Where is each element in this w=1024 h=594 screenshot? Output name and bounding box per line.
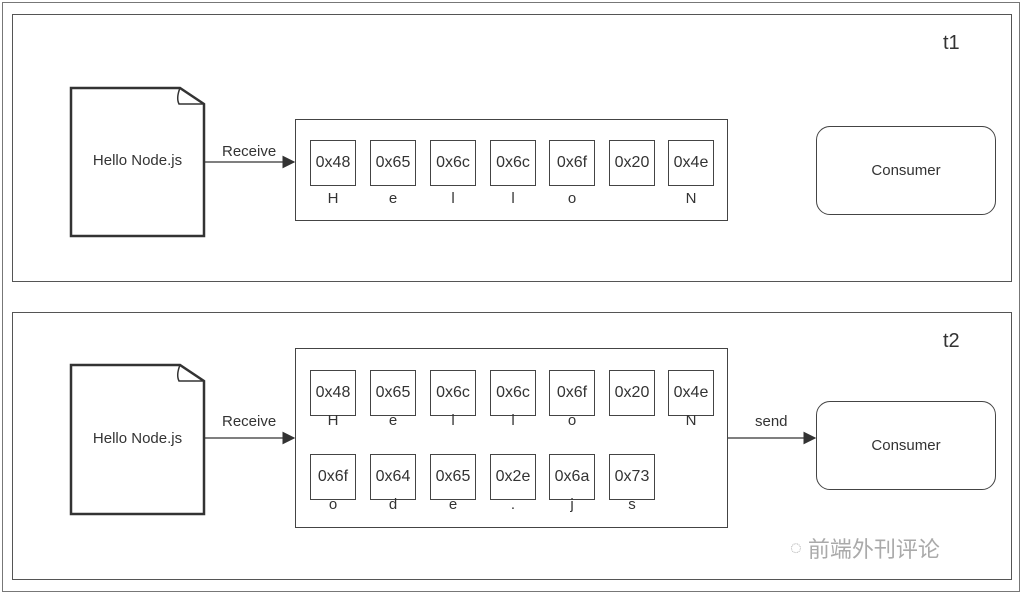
byte-char: o [567, 412, 577, 429]
byte-cell: 0x48 [310, 140, 356, 186]
byte-cell: 0x6c [430, 370, 476, 416]
byte-char: o [567, 190, 577, 207]
send-label: send [755, 413, 788, 430]
byte-char: d [388, 496, 398, 513]
source-label: Hello Node.js [92, 152, 183, 169]
byte-cell: 0x73 [609, 454, 655, 500]
byte-char: l [511, 190, 515, 207]
watermark-text: 前端外刊评论 [807, 537, 940, 562]
watermark: ◌ 前端外刊评论 [790, 532, 940, 564]
byte-cell: 0x6f [549, 140, 595, 186]
source-label: Hello Node.js [92, 430, 183, 447]
byte-cell: 0x2e [490, 454, 536, 500]
byte-cell: 0x6c [490, 370, 536, 416]
consumer-box: Consumer [816, 401, 996, 490]
time-label: t2 [943, 330, 960, 352]
byte-char: H [327, 412, 339, 429]
byte-char: e [448, 496, 458, 513]
byte-char: . [510, 496, 516, 513]
byte-char: l [451, 190, 455, 207]
receive-label: Receive [222, 143, 277, 160]
byte-cell: 0x6f [310, 454, 356, 500]
byte-cell: 0x20 [609, 370, 655, 416]
byte-cell: 0x6c [430, 140, 476, 186]
byte-cell: 0x4e [668, 370, 714, 416]
byte-cell: 0x48 [310, 370, 356, 416]
byte-cell: 0x6f [549, 370, 595, 416]
consumer-label: Consumer [871, 162, 941, 179]
byte-char: s [628, 496, 636, 513]
consumer-box: Consumer [816, 126, 996, 215]
consumer-label: Consumer [871, 437, 941, 454]
byte-cell: 0x4e [668, 140, 714, 186]
byte-char: o [328, 496, 338, 513]
byte-char: j [570, 496, 574, 513]
byte-char: l [511, 412, 515, 429]
byte-char: l [451, 412, 455, 429]
byte-char: e [388, 412, 398, 429]
byte-cell: 0x6a [549, 454, 595, 500]
byte-char: N [685, 412, 697, 429]
time-label: t1 [943, 32, 960, 54]
byte-cell: 0x65 [370, 140, 416, 186]
wechat-icon: ◌ [790, 536, 802, 559]
byte-cell: 0x65 [430, 454, 476, 500]
byte-char: N [685, 190, 697, 207]
byte-char: e [388, 190, 398, 207]
byte-cell: 0x6c [490, 140, 536, 186]
byte-cell: 0x20 [609, 140, 655, 186]
byte-char: H [327, 190, 339, 207]
byte-cell: 0x65 [370, 370, 416, 416]
receive-label: Receive [222, 413, 277, 430]
byte-cell: 0x64 [370, 454, 416, 500]
